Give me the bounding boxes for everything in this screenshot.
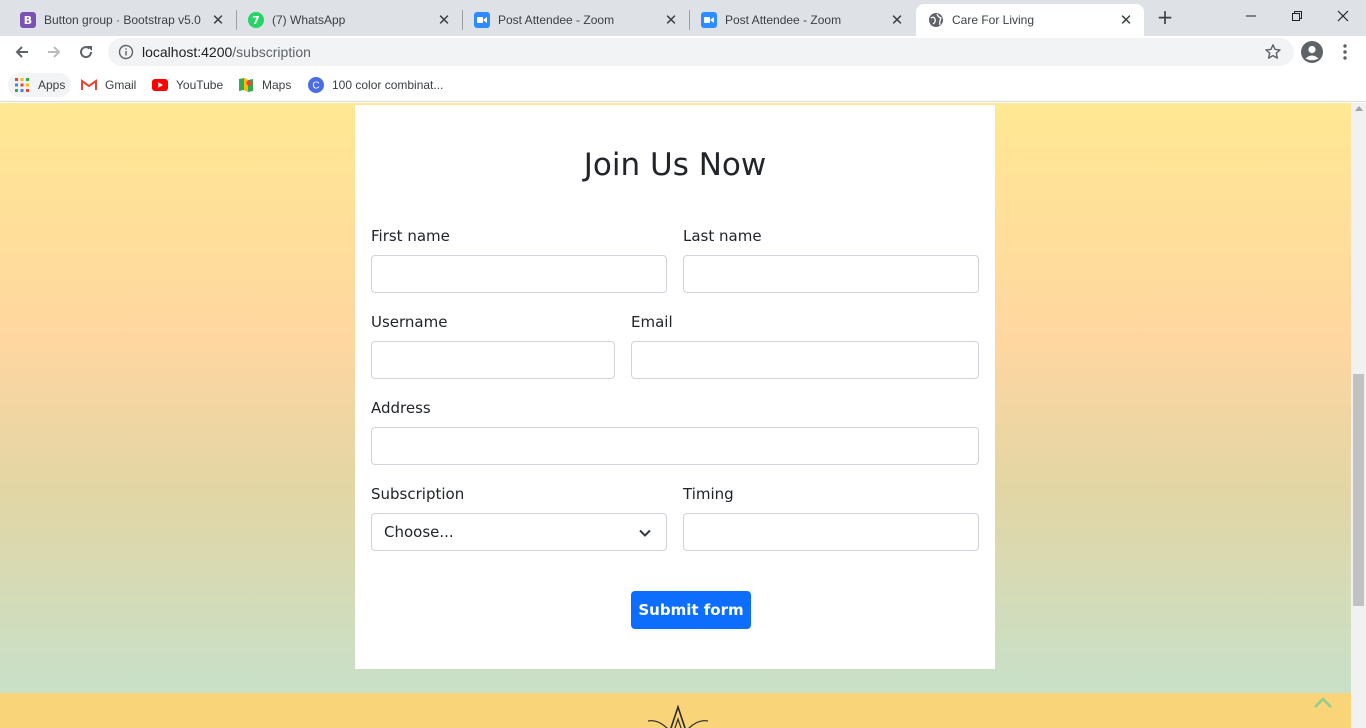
page-viewport: Join Us Now First name Last name Usernam…: [0, 103, 1351, 728]
submit-form-button[interactable]: Submit form: [631, 591, 751, 629]
address-label: Address: [371, 399, 431, 417]
close-icon: [1337, 10, 1349, 22]
restore-icon: [1292, 11, 1302, 21]
arrow-left-icon: [15, 46, 28, 58]
subscription-select[interactable]: Choose...: [371, 513, 667, 551]
tab-title: Button group · Bootstrap v5.0: [44, 13, 201, 27]
username-input[interactable]: [371, 341, 615, 379]
browser-toolbar: localhost:4200/subscription: [0, 36, 1366, 68]
zoom-icon: [474, 12, 490, 28]
email-label: Email: [631, 313, 673, 331]
info-icon[interactable]: [118, 44, 134, 60]
close-tab-icon[interactable]: ✕: [436, 12, 452, 28]
scroll-up-arrow-icon[interactable]: [1355, 106, 1363, 111]
bookmark-youtube[interactable]: YouTube: [146, 73, 229, 97]
bookmark-gmail[interactable]: Gmail: [75, 73, 142, 97]
more-vert-icon: [1343, 44, 1347, 60]
reload-icon: [80, 46, 93, 59]
youtube-icon: [152, 77, 168, 93]
vertical-scrollbar[interactable]: [1351, 103, 1366, 728]
last-name-input[interactable]: [683, 255, 979, 293]
reload-button[interactable]: [72, 38, 100, 66]
footer-logo-icon: [647, 704, 709, 728]
tab-care-for-living[interactable]: Care For Living ✕: [916, 4, 1144, 36]
page-footer: [0, 693, 1351, 728]
close-window-button[interactable]: [1320, 0, 1366, 32]
arrow-right-icon: [48, 46, 61, 58]
form-title: Join Us Now: [583, 147, 767, 183]
back-button[interactable]: [8, 38, 36, 66]
minimize-icon: [1246, 15, 1256, 17]
bookmark-label: Gmail: [105, 78, 137, 92]
first-name-label: First name: [371, 227, 450, 245]
scrollbar-thumb[interactable]: [1353, 374, 1364, 606]
bookmark-label: 100 color combinat...: [332, 78, 444, 92]
tab-title: Care For Living: [952, 13, 1035, 27]
address-input[interactable]: [371, 427, 979, 465]
scroll-to-top-icon[interactable]: [1312, 695, 1334, 711]
svg-text:C: C: [312, 81, 319, 92]
timing-label: Timing: [683, 485, 734, 503]
url-text: localhost:4200/subscription: [142, 44, 311, 60]
tab-title: Post Attendee - Zoom: [498, 13, 615, 27]
globe-icon: [928, 12, 944, 28]
bookmark-apps[interactable]: Apps: [8, 73, 72, 97]
menu-button[interactable]: [1331, 38, 1359, 66]
tab-title: (7) WhatsApp: [272, 13, 346, 27]
zoom-icon: [701, 12, 717, 28]
whatsapp-icon: 7: [248, 12, 264, 28]
bookmark-star-icon[interactable]: [1264, 43, 1282, 61]
email-input[interactable]: [631, 341, 979, 379]
minimize-button[interactable]: [1228, 0, 1274, 32]
tab-bootstrap[interactable]: B Button group · Bootstrap v5.0 ✕: [8, 4, 236, 36]
new-tab-button[interactable]: +: [1152, 6, 1178, 30]
chevron-down-icon: [639, 529, 651, 537]
bookmark-label: Maps: [262, 78, 292, 92]
bootstrap-icon: B: [20, 12, 36, 28]
bookmarks-bar: Apps Gmail YouTube Maps C 100 color comb…: [0, 68, 1366, 102]
tab-zoom-2[interactable]: Post Attendee - Zoom ✕: [689, 4, 915, 36]
tab-zoom-1[interactable]: Post Attendee - Zoom ✕: [462, 4, 689, 36]
close-tab-icon[interactable]: ✕: [663, 12, 679, 28]
timing-input[interactable]: [683, 513, 979, 551]
account-avatar-icon: [1301, 41, 1323, 63]
bookmark-maps[interactable]: Maps: [232, 73, 297, 97]
subscription-selected-value: Choose...: [384, 523, 454, 541]
tab-whatsapp[interactable]: 7 (7) WhatsApp ✕: [236, 4, 462, 36]
gmail-icon: [81, 77, 97, 93]
bookmark-color-combinations[interactable]: C 100 color combinat...: [302, 73, 449, 97]
apps-grid-icon: [14, 77, 30, 93]
username-label: Username: [371, 313, 448, 331]
url-host: localhost:4200: [142, 44, 233, 60]
restore-button[interactable]: [1274, 0, 1320, 32]
bookmark-label: Apps: [38, 78, 66, 92]
subscription-label: Subscription: [371, 485, 465, 503]
maps-icon: [238, 77, 254, 93]
address-bar[interactable]: localhost:4200/subscription: [108, 38, 1294, 66]
close-tab-icon[interactable]: ✕: [210, 12, 226, 28]
first-name-input[interactable]: [371, 255, 667, 293]
canva-icon: C: [308, 77, 324, 93]
tab-strip: B Button group · Bootstrap v5.0 ✕ 7 (7) …: [0, 0, 1366, 36]
profile-button[interactable]: [1298, 38, 1326, 66]
bookmark-label: YouTube: [176, 78, 224, 92]
forward-button[interactable]: [40, 38, 68, 66]
close-tab-icon[interactable]: ✕: [889, 12, 905, 28]
subscription-form-card: Join Us Now First name Last name Usernam…: [355, 105, 995, 669]
close-tab-icon[interactable]: ✕: [1118, 12, 1134, 28]
url-path: /subscription: [232, 44, 311, 60]
last-name-label: Last name: [683, 227, 762, 245]
tab-title: Post Attendee - Zoom: [725, 13, 842, 27]
